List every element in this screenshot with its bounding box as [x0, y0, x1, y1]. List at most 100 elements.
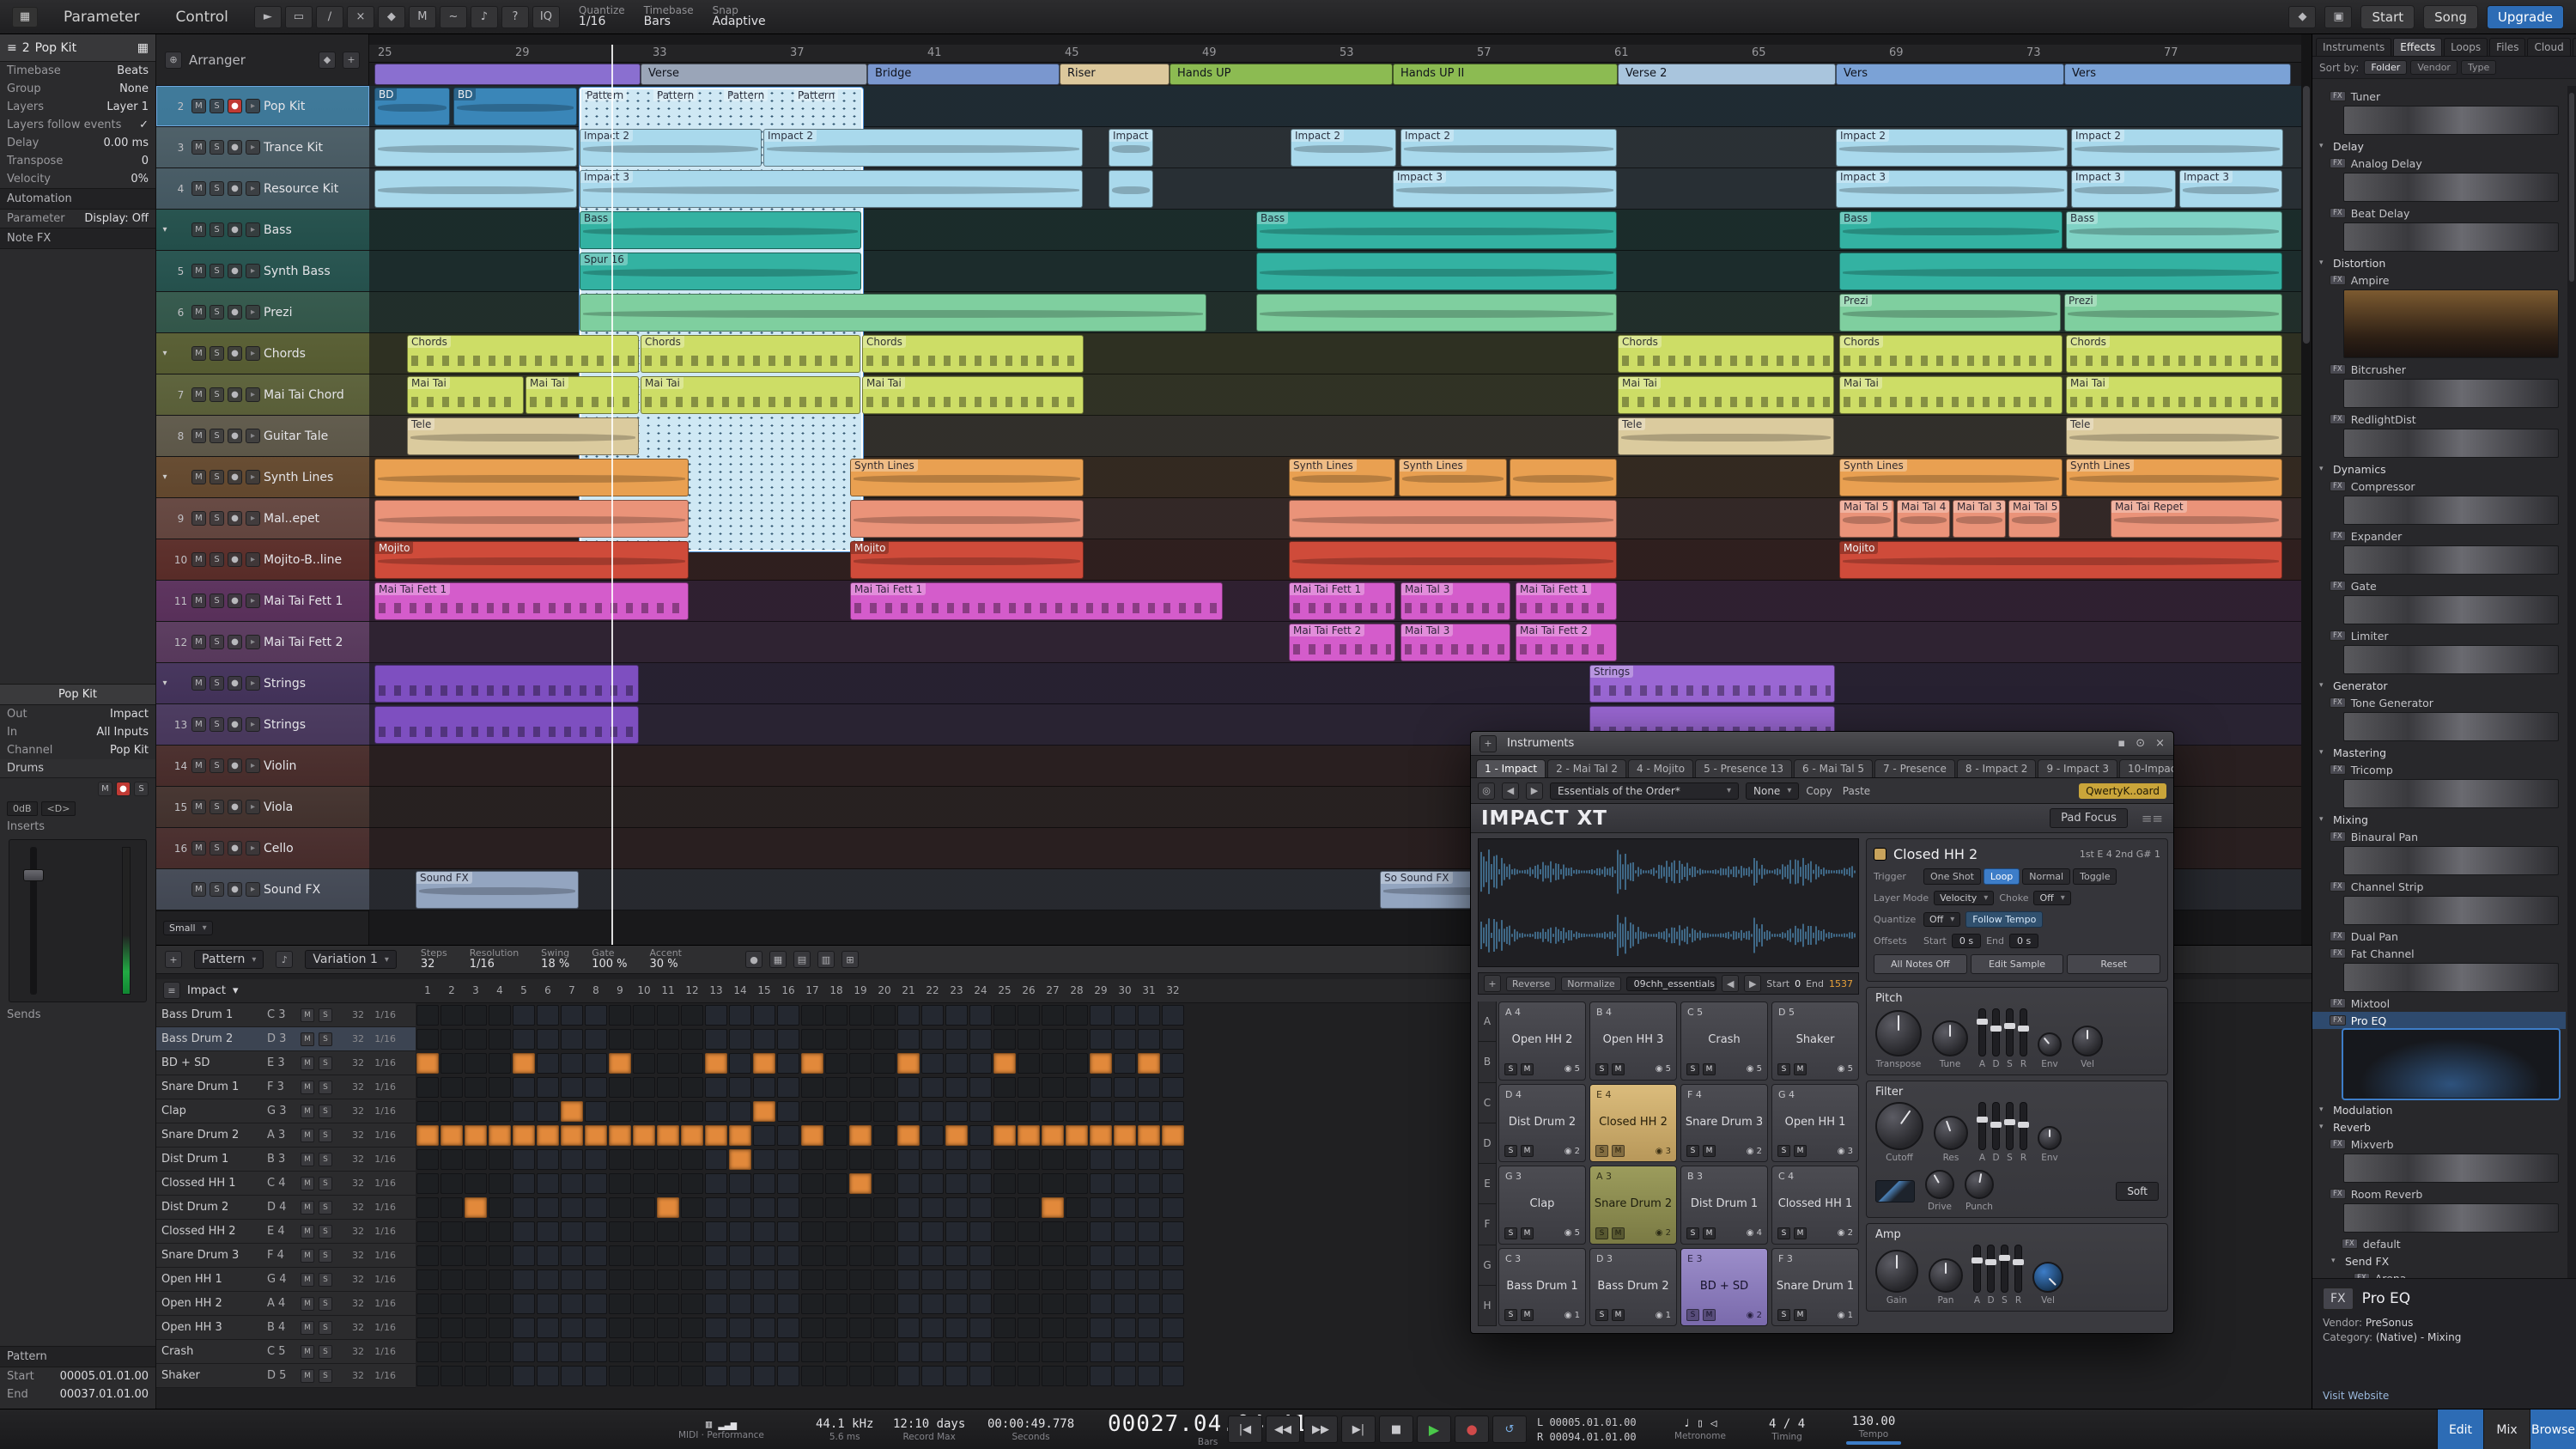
step-cell[interactable]: [657, 1366, 679, 1386]
step-cell[interactable]: [1138, 1318, 1160, 1338]
clip-mai-tai[interactable]: Mai Tai: [526, 376, 639, 414]
row-solo-button[interactable]: S: [319, 1176, 332, 1190]
step-cell[interactable]: [416, 1077, 439, 1098]
step-cell[interactable]: [705, 1245, 727, 1266]
step-cell[interactable]: [993, 1366, 1016, 1386]
record-arm-button[interactable]: ●: [228, 758, 242, 773]
clip-audio[interactable]: [374, 500, 689, 538]
step-cell[interactable]: [753, 1173, 775, 1194]
tree-item-pro-eq[interactable]: FX Pro EQ: [2312, 1012, 2566, 1029]
mute-button[interactable]: M: [191, 758, 206, 773]
step-cell[interactable]: [1138, 1101, 1160, 1122]
row-solo-button[interactable]: S: [319, 1320, 332, 1335]
clip-bd[interactable]: BD: [374, 88, 450, 125]
record-arm-button[interactable]: ●: [228, 800, 242, 814]
clip-mai-tal-3[interactable]: Mai Tal 3: [1400, 582, 1510, 620]
pad-clap[interactable]: G 3 Clap S M ◉ 5: [1498, 1166, 1586, 1245]
step-cell[interactable]: [1042, 1245, 1064, 1266]
record-arm-button[interactable]: ●: [228, 99, 242, 113]
step-cell[interactable]: [945, 1366, 968, 1386]
step-cell[interactable]: [561, 1366, 583, 1386]
trigger-toggle[interactable]: Toggle: [2073, 868, 2117, 885]
step-cell[interactable]: [969, 1197, 992, 1218]
step-cell[interactable]: [489, 1029, 511, 1050]
step-cell[interactable]: [513, 1149, 535, 1170]
clip-mai-tai-repet[interactable]: Mai Tai Repet: [2111, 500, 2282, 538]
record-arm-button[interactable]: ●: [228, 346, 242, 361]
step-cell[interactable]: [897, 1149, 920, 1170]
mute-button[interactable]: M: [191, 511, 206, 526]
clip-audio[interactable]: [1510, 459, 1617, 496]
step-cell[interactable]: [873, 1318, 896, 1338]
step-cell[interactable]: [873, 1101, 896, 1122]
step-cell[interactable]: [801, 1245, 823, 1266]
step-cell[interactable]: [1114, 1294, 1136, 1314]
step-cell[interactable]: [873, 1149, 896, 1170]
tempo-display[interactable]: 130.00 Tempo: [1846, 1409, 1901, 1449]
clip-tele[interactable]: Tele: [2066, 417, 2282, 455]
solo-button[interactable]: S: [210, 140, 224, 155]
step-cell[interactable]: [657, 1197, 679, 1218]
pad-mute-button[interactable]: M: [1521, 1062, 1534, 1075]
choke-select[interactable]: Off ▾: [2033, 891, 2071, 905]
solo-button[interactable]: S: [210, 429, 224, 443]
step-cell[interactable]: [513, 1125, 535, 1146]
record-arm-button[interactable]: ●: [228, 264, 242, 278]
step-cell[interactable]: [1018, 1197, 1040, 1218]
step-cell[interactable]: [1066, 1197, 1088, 1218]
tree-item-binaural-pan[interactable]: FX Binaural Pan: [2312, 828, 2566, 845]
step-cell[interactable]: [1162, 1294, 1184, 1314]
pattern-select[interactable]: Pattern ▾: [194, 950, 264, 969]
bank-letter-f[interactable]: F: [1478, 1204, 1497, 1245]
step-cell[interactable]: [513, 1197, 535, 1218]
timing-display[interactable]: 4 / 4 Timing: [1769, 1409, 1805, 1449]
tree-group-dynamics[interactable]: ▾ Dynamics: [2312, 460, 2566, 478]
paint-tool-icon[interactable]: ◆: [377, 5, 405, 28]
trigger-loop[interactable]: Loop: [1983, 868, 2020, 885]
clip-audio[interactable]: [1289, 541, 1617, 579]
clip-impact-2[interactable]: Impact 2: [1400, 129, 1617, 167]
step-cell[interactable]: [729, 1245, 751, 1266]
preview-expander[interactable]: [2343, 545, 2559, 575]
step-cell[interactable]: [729, 1221, 751, 1242]
step-cell[interactable]: [657, 1294, 679, 1314]
row-solo-button[interactable]: S: [319, 1368, 332, 1383]
clip-bass[interactable]: Bass: [1839, 211, 2063, 249]
pad-clossed-hh-1[interactable]: C 4 Clossed HH 1 S M ◉ 2: [1771, 1166, 1859, 1245]
step-cell[interactable]: [416, 1269, 439, 1290]
mute-button[interactable]: M: [191, 387, 206, 402]
step-cell[interactable]: [416, 1101, 439, 1122]
step-cell[interactable]: [1162, 1125, 1184, 1146]
step-cell[interactable]: [921, 1005, 944, 1026]
record-arm-button[interactable]: ●: [228, 882, 242, 897]
step-cell[interactable]: [537, 1077, 559, 1098]
transpose-knob[interactable]: [1875, 1010, 1922, 1056]
bank-letter-b[interactable]: B: [1478, 1042, 1497, 1083]
zoom-icon[interactable]: ⊕: [165, 51, 182, 69]
step-cell[interactable]: [705, 1294, 727, 1314]
step-cell[interactable]: [1042, 1221, 1064, 1242]
step-cell[interactable]: [585, 1005, 607, 1026]
step-cell[interactable]: [777, 1221, 799, 1242]
add-sample-icon[interactable]: +: [1484, 975, 1501, 992]
step-cell[interactable]: [465, 1197, 487, 1218]
quantize-field[interactable]: Quantize 1/16: [579, 5, 625, 28]
row-mute-button[interactable]: M: [301, 1224, 314, 1239]
step-cell[interactable]: [1090, 1053, 1112, 1074]
row-mute-button[interactable]: M: [301, 1272, 314, 1287]
monitor-button[interactable]: ▸: [246, 387, 260, 402]
step-cell[interactable]: [489, 1173, 511, 1194]
step-cell[interactable]: [1090, 1245, 1112, 1266]
step-cell[interactable]: [849, 1005, 872, 1026]
tree-item-compressor[interactable]: FX Compressor: [2312, 478, 2566, 495]
clip-tele[interactable]: Tele: [1618, 417, 1834, 455]
clip-spur-16[interactable]: Spur 16: [580, 253, 861, 290]
pattern-row-header[interactable]: Clossed HH 1C 4 M S 32 1/16: [156, 1172, 416, 1196]
step-cell[interactable]: [513, 1077, 535, 1098]
step-cell[interactable]: [753, 1077, 775, 1098]
step-cell[interactable]: [873, 1197, 896, 1218]
step-cell[interactable]: [513, 1245, 535, 1266]
record-arm-button[interactable]: ●: [228, 140, 242, 155]
step-cell[interactable]: [921, 1101, 944, 1122]
step-cell[interactable]: [1042, 1269, 1064, 1290]
